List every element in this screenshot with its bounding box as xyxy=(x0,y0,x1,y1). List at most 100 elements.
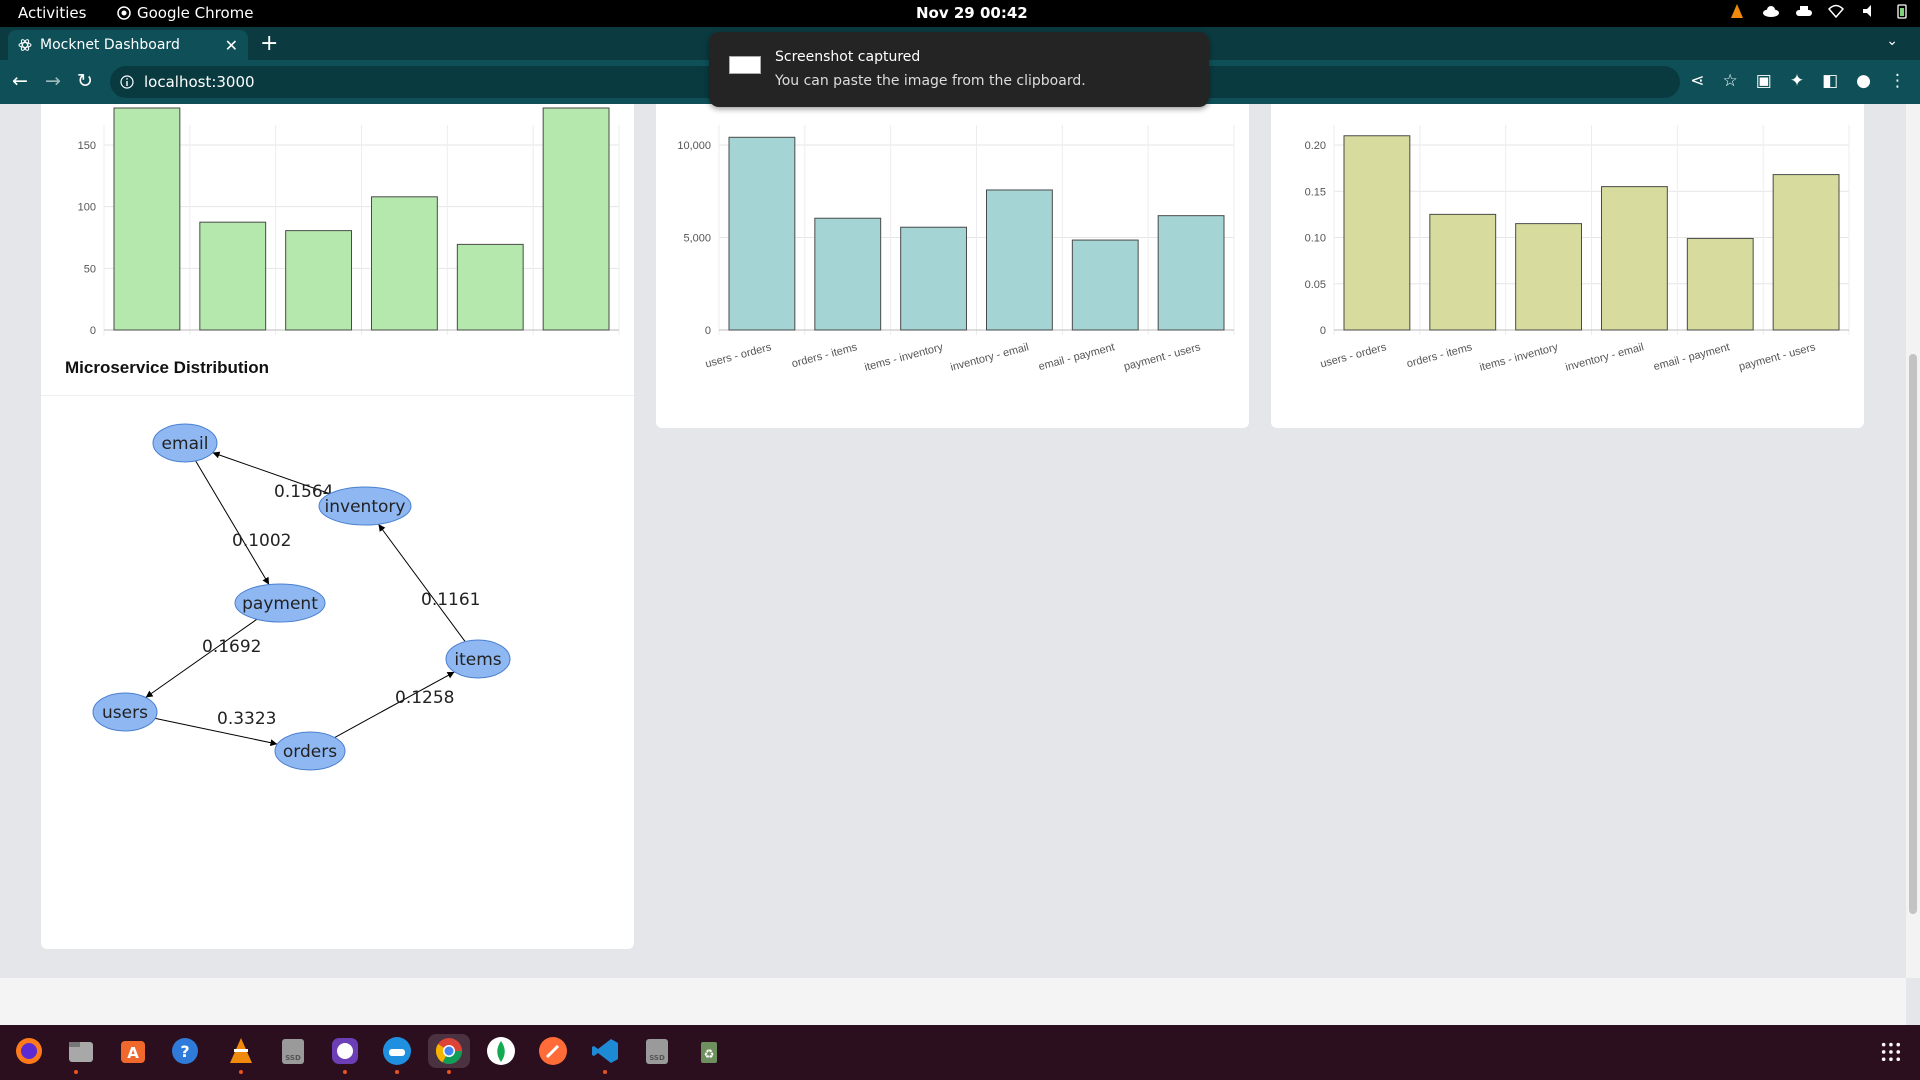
notification-title: Screenshot captured xyxy=(775,49,921,65)
scrollbar-thumb[interactable] xyxy=(1909,354,1917,914)
node-label: inventory xyxy=(325,497,406,517)
tab-mocknet-dashboard[interactable]: Mocknet Dashboard ✕ xyxy=(8,30,248,60)
menu-kebab-icon[interactable]: ⋮ xyxy=(1889,71,1906,91)
running-indicator xyxy=(343,1070,347,1074)
bar[interactable] xyxy=(371,196,438,331)
running-indicator xyxy=(447,1070,451,1074)
docker-tray-icon[interactable] xyxy=(1795,3,1812,19)
x-tick-label: inventory - email xyxy=(1564,341,1645,373)
postman-icon[interactable] xyxy=(536,1034,570,1068)
y-tick-label: 100 xyxy=(78,202,96,214)
chevron-down-icon[interactable]: ⌄ xyxy=(1886,33,1898,49)
page-scrollbar[interactable] xyxy=(1906,104,1920,978)
profile-avatar[interactable]: ● xyxy=(1856,71,1871,91)
docker-icon[interactable] xyxy=(380,1034,414,1074)
extensions-puzzle-icon[interactable]: ✦ xyxy=(1790,71,1804,91)
bar[interactable] xyxy=(1601,186,1668,331)
microservice-distribution-card: Microservice Distribution 0.1564 0.1002 0.… xyxy=(41,342,634,949)
page-bottom-area xyxy=(0,978,1906,1025)
url-text: localhost:3000 xyxy=(144,73,255,91)
bar[interactable] xyxy=(986,189,1053,331)
bar[interactable] xyxy=(456,243,524,331)
bar[interactable] xyxy=(1686,237,1754,331)
disk-ssd-icon[interactable]: SSD xyxy=(276,1034,310,1068)
show-applications-grid-icon[interactable] xyxy=(1880,1041,1902,1063)
bar[interactable] xyxy=(1429,213,1497,331)
software-center-icon[interactable]: A xyxy=(116,1034,150,1068)
chart-card-3: 0 0.05 0.10 0.15 0.20 users - orders orders - … xyxy=(1271,104,1864,428)
activities-button[interactable]: Activities xyxy=(18,4,86,22)
new-tab-icon[interactable]: + xyxy=(260,31,278,56)
tab-close-icon[interactable]: ✕ xyxy=(225,36,238,55)
bar[interactable] xyxy=(542,107,610,331)
y-tick-label: 0 xyxy=(90,325,96,337)
edge-weight-label: 0.1692 xyxy=(202,637,261,657)
chrome-icon[interactable] xyxy=(428,1034,470,1074)
svg-text:?: ? xyxy=(180,1042,189,1061)
mongodb-compass-icon[interactable] xyxy=(484,1034,518,1068)
svg-text:SSD: SSD xyxy=(285,1054,301,1062)
battery-icon[interactable] xyxy=(1894,3,1910,19)
bar[interactable] xyxy=(1515,223,1583,331)
vlc-icon[interactable] xyxy=(224,1034,258,1074)
vscode-icon[interactable] xyxy=(588,1034,622,1074)
trash-icon[interactable]: ♻ xyxy=(692,1034,726,1068)
bar[interactable] xyxy=(285,230,353,331)
react-favicon-icon xyxy=(18,39,32,51)
x-tick-label: payment - users xyxy=(1738,341,1818,373)
back-arrow-icon[interactable]: ← xyxy=(12,70,28,92)
bar[interactable] xyxy=(900,226,968,331)
system-top-bar: Activities Google Chrome Nov 29 00:42 xyxy=(0,0,1920,27)
bar[interactable] xyxy=(113,107,181,331)
x-tick-label: items - inventory xyxy=(863,341,945,374)
y-tick-label: 0.15 xyxy=(1305,186,1326,198)
github-desktop-icon[interactable] xyxy=(328,1034,362,1074)
running-indicator xyxy=(603,1070,607,1074)
share-icon[interactable]: ⋖ xyxy=(1690,71,1704,91)
bar[interactable] xyxy=(1071,239,1139,331)
y-tick-label: 150 xyxy=(78,140,96,152)
edge-weight-label: 0.1258 xyxy=(395,688,454,708)
bar[interactable] xyxy=(199,221,267,331)
notification-body: You can paste the image from the clipboa… xyxy=(775,73,1086,89)
bar-chart-3: 0 0.05 0.10 0.15 0.20 users - orders orders - … xyxy=(1305,125,1850,374)
app-menu[interactable]: Google Chrome xyxy=(117,4,254,22)
help-icon[interactable]: ? xyxy=(168,1034,202,1068)
side-panel-icon[interactable]: ◧ xyxy=(1822,71,1838,91)
bar[interactable] xyxy=(814,217,882,331)
x-tick-label: users - orders xyxy=(1319,341,1388,370)
edge-weight-label: 0.1002 xyxy=(232,531,291,551)
volume-icon[interactable] xyxy=(1861,3,1877,19)
node-label: payment xyxy=(242,594,318,614)
x-tick-label: orders - items xyxy=(1405,341,1474,370)
files-icon[interactable] xyxy=(64,1034,98,1074)
svg-text:SSD: SSD xyxy=(649,1054,665,1062)
edge-email-payment xyxy=(195,460,270,585)
bar[interactable] xyxy=(728,136,796,331)
extension-b-icon[interactable]: ▣ xyxy=(1756,71,1772,91)
wifi-icon[interactable] xyxy=(1827,3,1845,19)
cloud-tray-icon[interactable] xyxy=(1762,3,1779,19)
bar[interactable] xyxy=(1772,174,1840,331)
x-tick-label: email - payment xyxy=(1037,341,1116,373)
x-tick-label: items - inventory xyxy=(1478,341,1560,374)
screenshot-notification[interactable]: Screenshot captured You can paste the im… xyxy=(709,32,1209,107)
firefox-icon[interactable] xyxy=(12,1034,46,1068)
node-label: items xyxy=(454,650,501,670)
running-indicator xyxy=(395,1070,399,1074)
y-tick-label: 10,000 xyxy=(677,140,711,152)
y-tick-label: 0 xyxy=(1320,325,1326,337)
vlc-tray-icon[interactable] xyxy=(1729,3,1745,19)
edge-items-inventory xyxy=(378,523,466,642)
reload-icon[interactable]: ↻ xyxy=(77,70,93,92)
disk-ssd-2-icon[interactable]: SSD xyxy=(640,1034,674,1068)
bar[interactable] xyxy=(1343,135,1411,331)
info-icon[interactable] xyxy=(120,75,134,89)
running-indicator xyxy=(74,1070,78,1074)
bookmark-star-icon[interactable]: ☆ xyxy=(1723,71,1738,91)
system-tray[interactable] xyxy=(1729,3,1910,19)
microservice-graph[interactable]: 0.15640.10020.11610.16920.12580.3323emai… xyxy=(41,342,634,949)
clock[interactable]: Nov 29 00:42 xyxy=(916,4,1028,22)
bar[interactable] xyxy=(1157,215,1225,331)
forward-arrow-icon[interactable]: → xyxy=(45,70,61,92)
